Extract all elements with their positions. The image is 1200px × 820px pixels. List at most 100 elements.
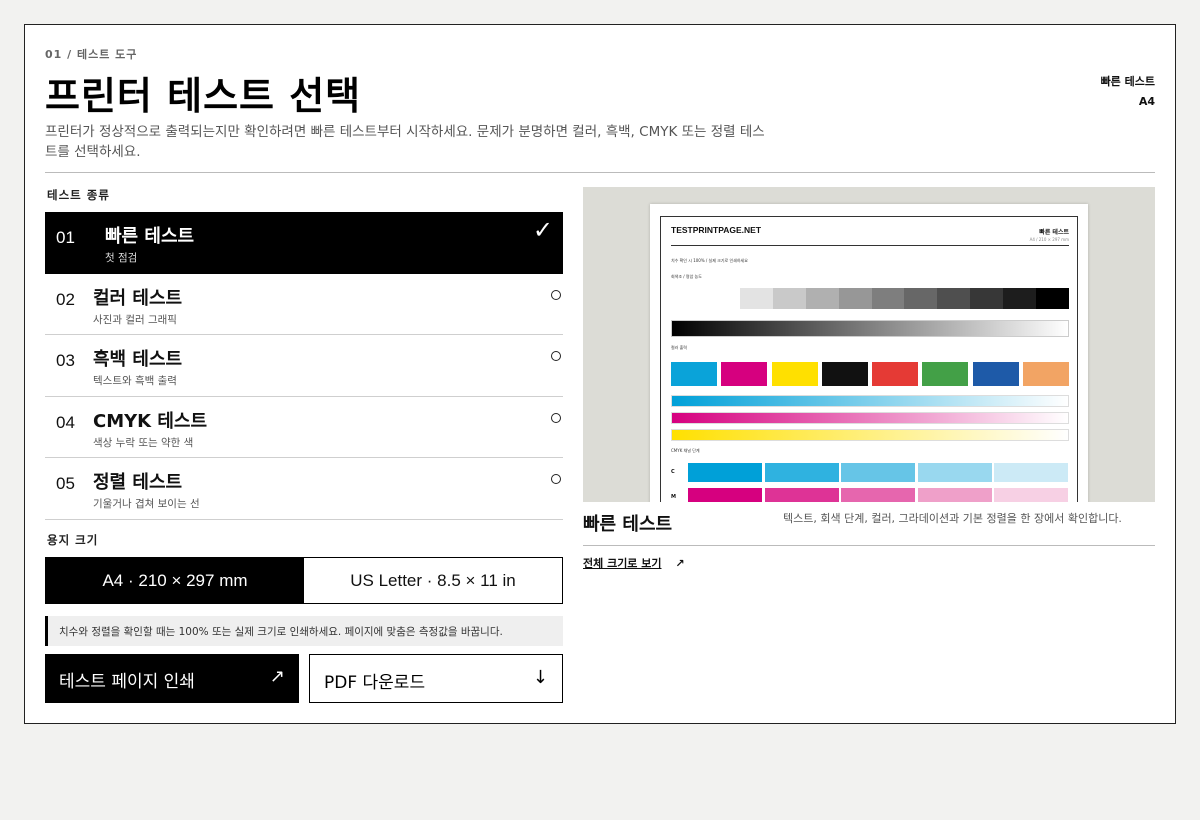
paper-section-label: 용지 크기 — [47, 533, 99, 547]
sheet-color-label: 컬러 출력 — [671, 345, 687, 350]
pdf-download-button[interactable]: PDF 다운로드 ↓ — [309, 654, 563, 703]
test-subtitle: 색상 누락 또는 약한 색 — [93, 436, 194, 449]
magenta-steps — [688, 488, 1068, 502]
cyan-gradient — [671, 395, 1069, 407]
gray-step-swatch — [871, 288, 905, 309]
paper-option-a4[interactable]: A4 · 210 × 297 mm — [46, 558, 304, 603]
test-number: 03 — [56, 351, 75, 370]
test-option-quick[interactable]: 01 빠른 테스트 첫 점검 ✓ — [45, 212, 563, 274]
magenta-step-swatch — [994, 488, 1068, 502]
gray-step-swatch — [838, 288, 872, 309]
sheet-gray-label: 회색조 / 명암 농도 — [671, 274, 702, 279]
test-option-alignment[interactable]: 05 정렬 테스트 기울거나 겹쳐 보이는 선 — [45, 458, 563, 520]
color-swatch — [821, 362, 868, 386]
test-list: 01 빠른 테스트 첫 점검 ✓ 02 컬러 테스트 사진과 컬러 그래픽 03… — [45, 212, 563, 520]
preview-sheet: TESTPRINTPAGE.NET 빠른 테스트 A4 / 210 × 297 … — [650, 204, 1088, 502]
color-swatch — [972, 362, 1019, 386]
magenta-step-swatch — [688, 488, 762, 502]
gray-step-swatch — [805, 288, 839, 309]
cmyk-m-label: M — [671, 494, 676, 500]
view-full-size-label: 전체 크기로 보기 — [583, 557, 662, 570]
magenta-step-swatch — [917, 488, 992, 502]
selection-summary: 빠른 테스트 A4 — [1101, 72, 1155, 112]
test-number: 05 — [56, 474, 75, 493]
preview-panel: TESTPRINTPAGE.NET 빠른 테스트 A4 / 210 × 297 … — [583, 187, 1155, 502]
gray-step-swatch — [970, 288, 1004, 309]
cyan-step-swatch — [841, 463, 915, 482]
gray-step-swatch — [904, 288, 938, 309]
radio-icon[interactable] — [551, 351, 561, 361]
download-icon: ↓ — [532, 667, 548, 688]
preview-divider — [583, 545, 1155, 546]
grayscale-steps — [707, 288, 1069, 309]
color-swatch — [1022, 362, 1069, 386]
selected-paper-label: A4 — [1138, 95, 1155, 108]
radio-icon[interactable] — [551, 474, 561, 484]
preview-title: 빠른 테스트 — [583, 514, 673, 535]
print-button-label: 테스트 페이지 인쇄 — [59, 672, 195, 692]
breadcrumb: 01 / 테스트 도구 — [45, 48, 138, 61]
cyan-step-swatch — [917, 463, 992, 482]
color-swatch — [721, 362, 768, 386]
test-name: 흑백 테스트 — [93, 349, 183, 370]
magenta-gradient — [671, 412, 1069, 424]
gray-step-swatch — [739, 288, 773, 309]
pdf-button-label: PDF 다운로드 — [324, 673, 426, 693]
gray-step-swatch — [1036, 288, 1069, 309]
yellow-gradient — [671, 429, 1069, 441]
color-swatch — [872, 362, 919, 386]
sheet-divider — [671, 245, 1069, 246]
test-name: 컬러 테스트 — [93, 287, 183, 309]
test-subtitle: 첫 점검 — [105, 252, 138, 264]
test-name: CMYK 테스트 — [93, 410, 208, 432]
gray-step-swatch — [707, 288, 740, 309]
page-description: 프린터가 정상적으로 출력되는지만 확인하려면 빠른 테스트부터 시작하세요. … — [45, 124, 765, 160]
sheet-instruction: 치수 확인 시 100% / 실제 크기로 인쇄하세요 — [671, 258, 748, 263]
gray-step-swatch — [772, 288, 806, 309]
grayscale-gradient — [671, 320, 1069, 337]
paper-option-letter[interactable]: US Letter · 8.5 × 11 in — [304, 558, 562, 603]
test-option-color[interactable]: 02 컬러 테스트 사진과 컬러 그래픽 — [45, 274, 563, 335]
sheet-size: A4 / 210 × 297 mm — [1029, 237, 1069, 242]
test-option-mono[interactable]: 03 흑백 테스트 텍스트와 흑백 출력 — [45, 335, 563, 397]
print-test-page-button[interactable]: 테스트 페이지 인쇄 ↗ — [45, 654, 299, 703]
cyan-step-swatch — [688, 463, 762, 482]
color-swatches — [671, 362, 1069, 386]
sheet-title: 빠른 테스트 — [1039, 229, 1069, 236]
arrow-up-right-icon: ↗ — [269, 666, 285, 687]
color-swatch — [671, 362, 717, 386]
magenta-step-swatch — [841, 488, 915, 502]
gray-step-swatch — [937, 288, 971, 309]
test-subtitle: 기울거나 겹쳐 보이는 선 — [93, 498, 200, 510]
tests-section-label: 테스트 종류 — [47, 188, 110, 202]
view-full-size-link[interactable]: 전체 크기로 보기 ↗ — [583, 555, 685, 571]
cyan-steps — [688, 463, 1068, 482]
test-subtitle: 텍스트와 흑백 출력 — [93, 375, 177, 387]
test-name: 정렬 테스트 — [93, 472, 183, 493]
radio-icon[interactable] — [551, 412, 561, 423]
check-icon: ✓ — [532, 216, 553, 244]
sheet-cmyk-label: CMYK 채널 단계 — [671, 448, 700, 453]
page-title: 프린터 테스트 선택 — [45, 74, 362, 118]
gray-step-swatch — [1003, 288, 1037, 309]
header-divider — [45, 172, 1155, 173]
preview-description: 텍스트, 회색 단계, 컬러, 그라데이션과 기본 정렬을 한 장에서 확인합니… — [783, 512, 1122, 525]
cmyk-c-label: C — [671, 469, 675, 475]
test-number: 01 — [56, 228, 75, 247]
test-subtitle: 사진과 컬러 그래픽 — [93, 313, 177, 326]
magenta-step-swatch — [764, 488, 839, 502]
radio-icon[interactable] — [551, 289, 561, 300]
print-scale-note: 치수와 정렬을 확인할 때는 100% 또는 실제 크기로 인쇄하세요. 페이지… — [45, 616, 563, 646]
cyan-step-swatch — [764, 463, 839, 482]
sheet-brand: TESTPRINTPAGE.NET — [671, 225, 762, 235]
arrow-up-right-icon: ↗ — [675, 557, 685, 570]
color-swatch — [771, 362, 818, 386]
paper-size-toggle: A4 · 210 × 297 mm US Letter · 8.5 × 11 i… — [45, 557, 563, 604]
test-selector-card: 01 / 테스트 도구 프린터 테스트 선택 프린터가 정상적으로 출력되는지만… — [24, 24, 1176, 724]
cyan-step-swatch — [994, 463, 1068, 482]
test-option-cmyk[interactable]: 04 CMYK 테스트 색상 누락 또는 약한 색 — [45, 397, 563, 458]
color-swatch — [922, 362, 969, 386]
selected-test-label: 빠른 테스트 — [1100, 75, 1155, 88]
test-name: 빠른 테스트 — [105, 226, 195, 247]
preview-sheet-frame: TESTPRINTPAGE.NET 빠른 테스트 A4 / 210 × 297 … — [660, 216, 1078, 502]
